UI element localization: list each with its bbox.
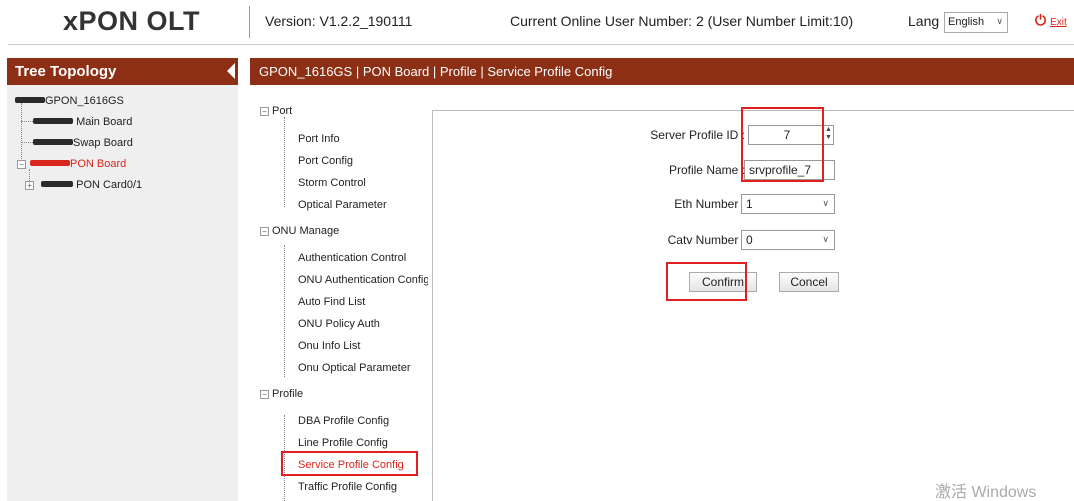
catv-number-select[interactable]: 0 ∨ [741, 230, 835, 250]
tree-guide-line [21, 103, 22, 165]
expand-icon[interactable]: + [25, 180, 34, 190]
menu-group-label: Port [272, 105, 293, 117]
menu-item-dba-profile-config[interactable]: DBA Profile Config [298, 415, 428, 427]
menu-item-optical-parameter[interactable]: Optical Parameter [298, 199, 428, 211]
menu-guide-line [284, 245, 285, 377]
menu-item-onu-authentication-config[interactable]: ONU Authentication Config [298, 274, 428, 286]
tree-node-pon-card[interactable]: + PON Card0/1 [25, 179, 142, 191]
tree-node-label: GPON_1616GS [45, 95, 124, 107]
chevron-down-icon: ∨ [996, 16, 1003, 26]
tree-topology-title: Tree Topology [7, 58, 238, 85]
exit-button[interactable]: ⏻ Exit [1035, 12, 1067, 29]
menu-item-onu-optical-parameter[interactable]: Onu Optical Parameter [298, 362, 428, 374]
menu-item-port-info[interactable]: Port Info [298, 133, 428, 145]
collapse-icon[interactable]: − [260, 226, 269, 236]
board-icon [33, 118, 73, 125]
header-rule [8, 44, 1074, 45]
card-icon [41, 181, 74, 188]
menu-item-onu-policy-auth[interactable]: ONU Policy Auth [298, 318, 428, 330]
collapse-panel-icon[interactable] [227, 63, 235, 79]
highlight-box-active-menu [281, 451, 418, 476]
menu-group-label: Profile [272, 388, 304, 400]
highlight-box-profile-id [741, 107, 824, 182]
profile-name-label: Profile Name : [668, 163, 745, 177]
online-users-label: Current Online User Number: 2 (User Numb… [510, 13, 854, 29]
catv-number-value: 0 [746, 233, 753, 247]
app-header: xPON OLT Version: V1.2.2_190111 Current … [0, 0, 1074, 44]
menu-item-auto-find-list[interactable]: Auto Find List [298, 296, 428, 308]
header-divider [249, 6, 250, 38]
menu-group-onu-manage[interactable]: − ONU Manage [260, 225, 339, 237]
menu-item-onu-info-list[interactable]: Onu Info List [298, 340, 428, 352]
version-label: Version: V1.2.2_190111 [265, 13, 413, 29]
menu-item-line-profile-config[interactable]: Line Profile Config [298, 437, 428, 449]
language-label: Lang [908, 13, 940, 29]
menu-group-port[interactable]: − Port [260, 105, 292, 117]
catv-number-label: Catv Number : [667, 233, 745, 247]
device-icon [15, 97, 45, 104]
board-icon [30, 160, 70, 167]
language-select[interactable]: English ∨ [944, 12, 1008, 33]
activation-watermark: 激活 Windows [935, 484, 1037, 501]
board-icon [33, 139, 73, 146]
tree-node-gpon[interactable]: GPON_1616GS [15, 95, 124, 107]
menu-item-traffic-profile-config[interactable]: Traffic Profile Config [298, 481, 428, 493]
tree-node-label: PON Card0/1 [76, 179, 143, 191]
profile-id-label: Server Profile ID : [650, 128, 745, 142]
chevron-down-icon: ∨ [822, 234, 829, 244]
chevron-down-icon: ∨ [822, 198, 829, 208]
menu-item-authentication-control[interactable]: Authentication Control [298, 252, 428, 264]
menu-item-storm-control[interactable]: Storm Control [298, 177, 428, 189]
eth-number-value: 1 [746, 197, 753, 211]
menu-group-label: ONU Manage [272, 225, 340, 237]
tree-node-label: PON Board [70, 158, 127, 170]
tree-node-label: Swap Board [73, 137, 133, 149]
collapse-icon[interactable]: − [260, 389, 269, 399]
eth-number-label: Eth Number : [674, 197, 745, 211]
tree-title-text: Tree Topology [15, 63, 117, 80]
cancel-button[interactable]: Concel [779, 272, 839, 292]
menu-group-profile[interactable]: − Profile [260, 388, 303, 400]
tree-node-main-board[interactable]: Main Board [33, 116, 132, 128]
app-title: xPON OLT [63, 6, 201, 36]
language-value: English [948, 16, 985, 28]
highlight-box-confirm [666, 262, 747, 301]
menu-guide-line [284, 117, 285, 207]
stepper-arrows-icon[interactable]: ▲ ▼ [823, 126, 833, 144]
menu-item-port-config[interactable]: Port Config [298, 155, 428, 167]
eth-number-select[interactable]: 1 ∨ [741, 194, 835, 214]
tree-panel: GPON_1616GS Main Board Swap Board − PON B… [7, 85, 238, 501]
tree-node-swap-board[interactable]: Swap Board [33, 137, 133, 149]
exit-label: Exit [1050, 17, 1067, 28]
power-icon: ⏻ [1035, 12, 1047, 28]
config-menu: − Port Port Info Port Config Storm Contro… [250, 85, 428, 501]
collapse-icon[interactable]: − [260, 106, 269, 116]
collapse-icon[interactable]: − [17, 159, 26, 169]
tree-node-label: Main Board [76, 116, 133, 128]
breadcrumb: GPON_1616GS | PON Board | Profile | Serv… [250, 58, 1074, 85]
tree-node-pon-board[interactable]: − PON Board [17, 158, 126, 170]
